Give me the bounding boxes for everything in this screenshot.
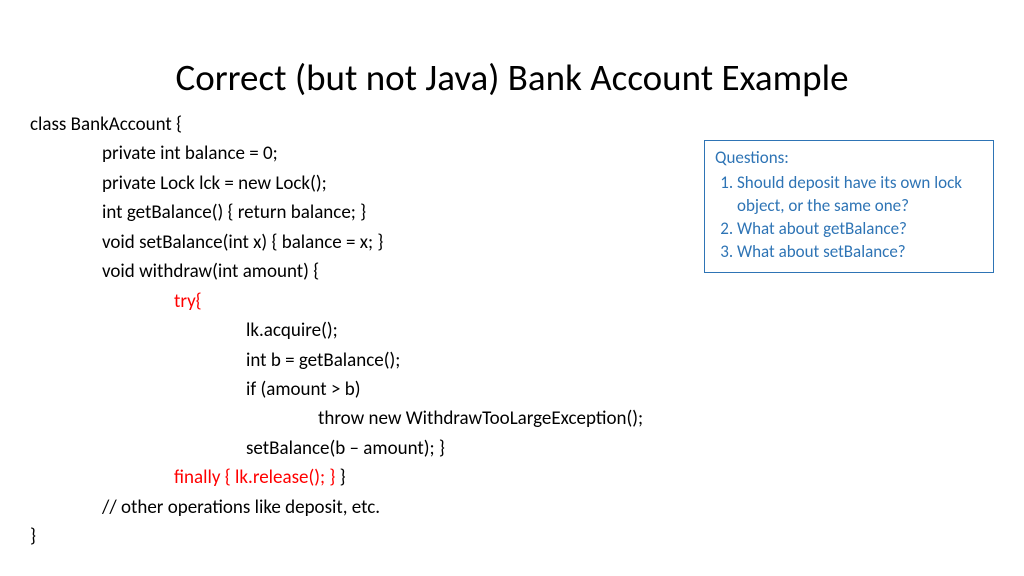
code-line-highlight: try{ bbox=[30, 287, 643, 316]
code-line: finally { lk.release(); } } bbox=[30, 463, 643, 492]
questions-list: Should deposit have its own lock object,… bbox=[715, 172, 983, 264]
code-line: class BankAccount { bbox=[30, 110, 643, 139]
code-line: setBalance(b – amount); } bbox=[30, 434, 643, 463]
code-example: class BankAccount { private int balance … bbox=[30, 110, 643, 552]
questions-header: Questions: bbox=[715, 147, 983, 170]
code-line: private Lock lck = new Lock(); bbox=[30, 169, 643, 198]
code-line: void withdraw(int amount) { bbox=[30, 257, 643, 286]
questions-callout: Questions: Should deposit have its own l… bbox=[704, 140, 994, 273]
code-line: private int balance = 0; bbox=[30, 139, 643, 168]
code-line: } bbox=[30, 522, 643, 551]
code-line: // other operations like deposit, etc. bbox=[30, 493, 643, 522]
slide-title: Correct (but not Java) Bank Account Exam… bbox=[0, 0, 1024, 100]
question-item: What about setBalance? bbox=[737, 241, 983, 264]
code-line: void setBalance(int x) { balance = x; } bbox=[30, 228, 643, 257]
code-line: throw new WithdrawTooLargeException(); bbox=[30, 404, 643, 433]
question-item: Should deposit have its own lock object,… bbox=[737, 172, 983, 218]
code-line: int getBalance() { return balance; } bbox=[30, 198, 643, 227]
code-line: lk.acquire(); bbox=[30, 316, 643, 345]
code-line-highlight: finally { lk.release(); } bbox=[174, 466, 335, 489]
code-line: if (amount > b) bbox=[30, 375, 643, 404]
code-line: int b = getBalance(); bbox=[30, 346, 643, 375]
code-line-tail: } bbox=[335, 466, 345, 489]
question-item: What about getBalance? bbox=[737, 218, 983, 241]
